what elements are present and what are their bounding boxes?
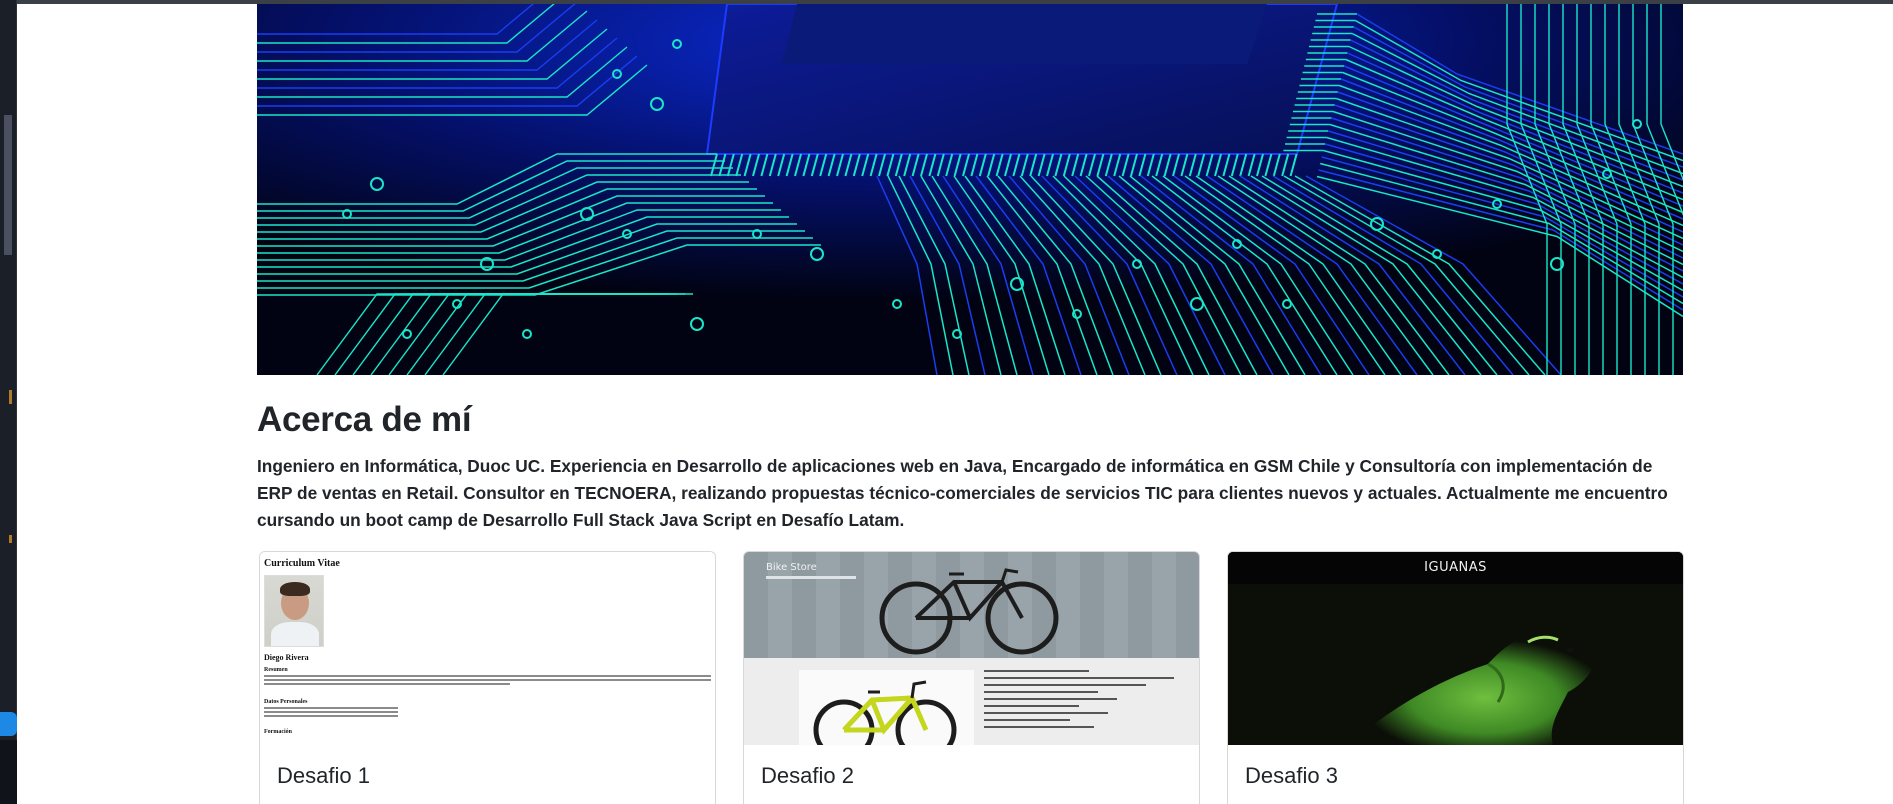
panel-tab[interactable] bbox=[0, 712, 17, 736]
gutter-marker bbox=[9, 535, 12, 543]
cv-text-line bbox=[264, 683, 510, 685]
project-card-desafio-1[interactable]: Curriculum Vitae Diego Rivera Resumen Da… bbox=[259, 551, 716, 804]
cv-section-datos: Datos Personales bbox=[264, 699, 308, 705]
profile-photo bbox=[264, 575, 324, 647]
card-title: Desafio 3 bbox=[1245, 763, 1338, 788]
cv-preview-image: Curriculum Vitae Diego Rivera Resumen Da… bbox=[260, 552, 715, 745]
cv-text-line bbox=[264, 675, 711, 677]
iguana-preview-image: IGUANAS bbox=[1228, 552, 1683, 745]
about-description: Ingeniero en Informática, Duoc UC. Exper… bbox=[257, 456, 1668, 530]
gutter-marker bbox=[9, 390, 12, 404]
cv-name: Diego Rivera bbox=[264, 653, 309, 662]
panel-footer bbox=[0, 740, 17, 804]
cv-section-formacion: Formación bbox=[264, 729, 292, 735]
scrollbar-thumb[interactable] bbox=[4, 115, 12, 255]
card-title: Desafio 1 bbox=[277, 763, 370, 788]
hero-banner-image bbox=[257, 4, 1683, 375]
about-heading: Acerca de mí bbox=[257, 400, 472, 439]
cv-text-line bbox=[264, 711, 399, 713]
cv-text-line bbox=[264, 679, 711, 681]
card-title: Desafio 2 bbox=[761, 763, 854, 788]
iguana-caption: IGUANAS bbox=[1228, 552, 1683, 584]
cv-text-line bbox=[264, 707, 399, 709]
cv-section-resumen: Resumen bbox=[264, 667, 288, 673]
project-card-desafio-3[interactable]: IGUANAS Desafio 3 bbox=[1227, 551, 1684, 804]
cv-heading: Curriculum Vitae bbox=[264, 558, 340, 569]
project-card-desafio-2[interactable]: Bike Store Desafio 2 bbox=[743, 551, 1200, 804]
bike-store-preview-image: Bike Store bbox=[744, 552, 1199, 745]
cv-text-line bbox=[264, 715, 399, 717]
editor-side-panel bbox=[0, 0, 17, 804]
spec-text-block bbox=[984, 670, 1174, 733]
